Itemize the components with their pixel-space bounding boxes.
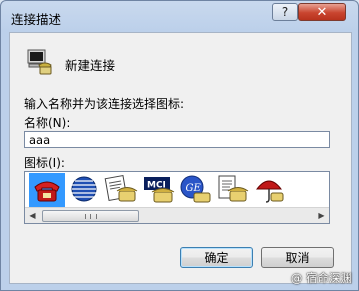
icon-label: 图标(I): [24,156,65,170]
window-title: 连接描述 [11,12,62,27]
globe-icon[interactable] [66,173,102,207]
scrollbar-thumb[interactable] [42,210,139,222]
icon-list[interactable]: MCI GE ◀ ▶ [24,171,330,224]
instruction-text: 输入名称并为该连接选择图标: [24,97,185,111]
phone-document-icon[interactable] [214,173,250,207]
umbrella-icon[interactable] [251,173,287,207]
cancel-button[interactable]: 取消 [261,247,334,268]
svg-text:GE: GE [186,183,202,194]
red-phone-icon[interactable] [29,173,65,207]
name-label: 名称(N): [24,116,71,130]
scroll-left-icon[interactable]: ◀ [25,208,40,223]
ok-button[interactable]: 确定 [180,247,253,268]
connection-header-label: 新建连接 [65,58,116,73]
close-icon: ✕ [316,4,328,20]
phone-newspaper-icon[interactable] [103,173,139,207]
icon-list-scrollbar[interactable]: ◀ ▶ [25,207,329,223]
watermark: @ 宿命深渊 [290,271,352,285]
close-button[interactable]: ✕ [298,3,346,21]
title-bar[interactable]: 连接描述 ? ✕ [1,1,358,33]
dialog-body: 新建连接 输入名称并为该连接选择图标: 名称(N): 图标(I): [9,32,352,284]
help-button[interactable]: ? [272,3,298,21]
scroll-right-icon[interactable]: ▶ [314,208,329,223]
phone-computer-icon [25,48,53,76]
dialog-window: 连接描述 ? ✕ 新建连接 输入名称并为该连接选择图标: 名称(N): 图标(I… [0,0,359,291]
ge-phone-icon[interactable]: GE [177,173,213,207]
mci-phone-icon[interactable]: MCI [140,173,176,207]
help-icon: ? [281,5,289,19]
name-input[interactable] [24,131,330,148]
